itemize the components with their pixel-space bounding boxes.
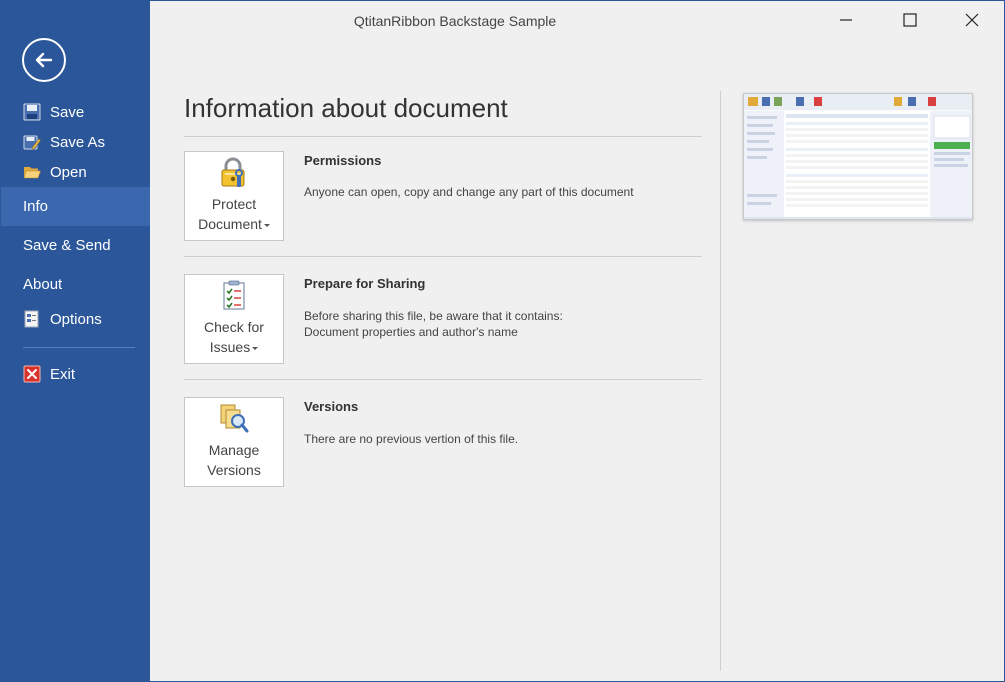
tab-save-send-label: Save & Send — [23, 237, 111, 254]
versions-text: There are no previous vertion of this fi… — [304, 432, 519, 446]
manage-versions-label: Manage Versions — [207, 440, 261, 480]
check-for-issues-line2: Issues — [209, 339, 251, 355]
checklist-icon — [217, 279, 251, 313]
exit-icon — [23, 365, 41, 383]
close-icon — [965, 13, 979, 27]
title-bar: QtitanRibbon Backstage Sample — [150, 1, 1004, 41]
minimize-button[interactable] — [823, 1, 869, 39]
prepare-sharing-text-line1: Before sharing this file, be aware that … — [304, 309, 563, 323]
save-as-label: Save As — [50, 133, 106, 151]
options-icon — [23, 310, 41, 328]
protect-document-button[interactable]: Protect Document — [184, 151, 284, 241]
back-arrow-icon — [35, 52, 53, 68]
exit-label: Exit — [50, 365, 76, 383]
tab-about-label: About — [23, 276, 63, 293]
open-label: Open — [50, 163, 87, 181]
permissions-text: Anyone can open, copy and change any par… — [304, 185, 634, 199]
exit-command[interactable]: Exit — [23, 362, 75, 386]
prepare-sharing-heading: Prepare for Sharing — [304, 276, 426, 291]
manage-versions-button[interactable]: Manage Versions — [184, 397, 284, 487]
open-command[interactable]: Open — [23, 160, 87, 184]
protect-document-label: Protect Document — [198, 194, 270, 234]
check-for-issues-line1: Check for — [204, 319, 264, 335]
tab-about[interactable]: About — [1, 265, 150, 304]
options-command[interactable]: Options — [23, 307, 102, 331]
protect-document-line2: Document — [198, 216, 262, 232]
maximize-button[interactable] — [887, 1, 933, 39]
back-button[interactable] — [22, 38, 66, 82]
info-panel: Information about document Protect Docum… — [150, 41, 1004, 681]
sidebar-divider — [23, 347, 135, 348]
save-as-command[interactable]: Save As — [23, 130, 105, 154]
document-preview-thumbnail — [743, 93, 973, 220]
save-as-icon — [23, 133, 41, 151]
floppy-disk-icon — [23, 103, 41, 121]
divider — [184, 136, 702, 137]
dropdown-caret-icon — [252, 346, 259, 350]
tab-save-send[interactable]: Save & Send — [1, 226, 150, 265]
save-command[interactable]: Save — [23, 100, 84, 124]
dropdown-caret-icon — [263, 223, 270, 227]
permissions-heading: Permissions — [304, 153, 382, 168]
options-label: Options — [50, 310, 102, 328]
minimize-icon — [840, 19, 852, 21]
app-window: Save Save As Open Info Save & Send About — [0, 0, 1005, 682]
manage-versions-line2: Versions — [207, 462, 261, 478]
tab-info-label: Info — [23, 198, 49, 215]
app-screenshot-preview — [744, 94, 972, 219]
divider — [184, 379, 702, 380]
folder-open-icon — [23, 163, 41, 181]
prepare-sharing-text-line2: Document properties and author's name — [304, 325, 518, 339]
maximize-icon — [903, 13, 917, 27]
save-label: Save — [50, 103, 85, 121]
manage-versions-line1: Manage — [208, 442, 260, 458]
check-for-issues-button[interactable]: Check for Issues — [184, 274, 284, 364]
check-for-issues-label: Check for Issues — [204, 317, 264, 357]
tab-info[interactable]: Info — [1, 187, 150, 226]
versions-heading: Versions — [304, 399, 359, 414]
vertical-divider — [720, 91, 721, 671]
page-title: Information about document — [184, 93, 508, 123]
lock-key-icon — [217, 156, 251, 190]
window-title: QtitanRibbon Backstage Sample — [353, 13, 557, 29]
protect-document-line1: Protect — [211, 196, 257, 212]
divider — [184, 256, 702, 257]
close-button[interactable] — [949, 1, 995, 39]
versions-magnifier-icon — [217, 402, 251, 436]
backstage-sidebar: Save Save As Open Info Save & Send About — [1, 1, 150, 682]
